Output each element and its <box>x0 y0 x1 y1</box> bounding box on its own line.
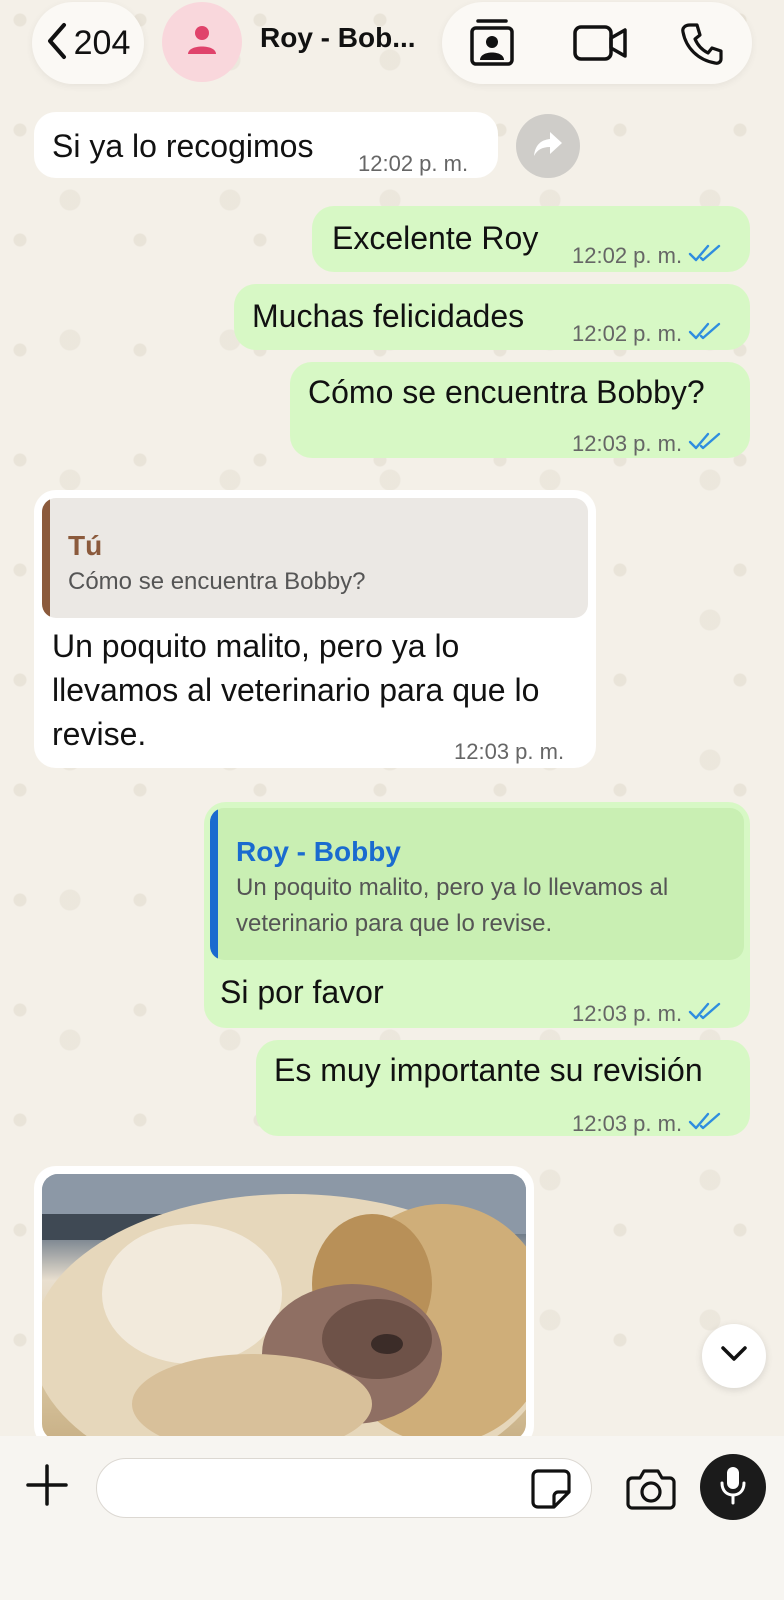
message-composer <box>0 1436 784 1600</box>
chevron-down-icon <box>720 1345 748 1368</box>
quote-bar <box>42 498 50 618</box>
quote-sender: Tú <box>68 530 103 561</box>
message-text: Muchas felicidades <box>252 298 525 334</box>
message-time: 12:02 p. m. <box>572 234 722 278</box>
forward-button[interactable] <box>516 114 580 178</box>
read-ticks-icon <box>688 234 722 278</box>
quote-text: Un poquito malito, pero ya lo llevamos a… <box>236 874 669 937</box>
message-outgoing[interactable]: Cómo se encuentra Bobby? 12:03 p. m. <box>290 362 750 458</box>
read-ticks-icon <box>688 1102 722 1146</box>
microphone-icon <box>719 1465 747 1510</box>
photo-message[interactable] <box>34 1166 534 1448</box>
message-time: 12:03 p. m. <box>572 422 722 466</box>
quoted-message[interactable]: Roy - Bobby Un poquito malito, pero ya l… <box>210 808 744 960</box>
contact-card-icon[interactable] <box>468 18 516 73</box>
avatar[interactable] <box>162 2 242 82</box>
message-time: 12:02 p. m. <box>358 151 469 176</box>
message-outgoing-reply[interactable]: Roy - Bobby Un poquito malito, pero ya l… <box>204 802 750 1028</box>
read-ticks-icon <box>688 422 722 466</box>
message-outgoing[interactable]: Es muy importante su revisión 12:03 p. m… <box>256 1040 750 1136</box>
message-text: Excelente Roy <box>332 220 539 256</box>
message-text: Cómo se encuentra Bobby? <box>308 374 705 410</box>
read-ticks-icon <box>688 992 722 1036</box>
microphone-button[interactable] <box>700 1454 766 1520</box>
back-button[interactable]: 204 <box>32 2 144 84</box>
camera-icon[interactable] <box>626 1466 676 1512</box>
message-time: 12:03 p. m. <box>454 739 565 764</box>
chat-header: 204 Roy - Bob... <box>0 0 784 100</box>
quote-bar <box>210 808 218 960</box>
forward-arrow-icon <box>532 130 564 163</box>
chevron-left-icon <box>46 22 68 65</box>
person-icon <box>185 23 219 62</box>
message-text: Es muy importante su revisión <box>274 1052 703 1088</box>
contact-name[interactable]: Roy - Bob... <box>260 22 420 54</box>
message-incoming-reply[interactable]: Tú Cómo se encuentra Bobby? Un poquito m… <box>34 490 596 768</box>
message-input[interactable] <box>96 1458 592 1518</box>
scroll-to-bottom-button[interactable] <box>702 1324 766 1388</box>
message-text: Si por favor <box>220 974 384 1010</box>
message-time: 12:02 p. m. <box>572 312 722 356</box>
quote-sender: Roy - Bobby <box>236 836 401 867</box>
quote-text: Cómo se encuentra Bobby? <box>68 568 366 595</box>
unread-count: 204 <box>73 23 131 62</box>
message-time: 12:03 p. m. <box>572 1102 722 1146</box>
message-incoming[interactable]: Si ya lo recogimos 12:02 p. m. <box>34 112 498 178</box>
message-outgoing[interactable]: Excelente Roy 12:02 p. m. <box>312 206 750 272</box>
plus-icon[interactable] <box>22 1460 72 1510</box>
phone-icon[interactable] <box>680 22 724 71</box>
message-time: 12:03 p. m. <box>572 992 722 1036</box>
read-ticks-icon <box>688 312 722 356</box>
message-outgoing[interactable]: Muchas felicidades 12:02 p. m. <box>234 284 750 350</box>
dog-photo[interactable] <box>42 1174 526 1440</box>
message-text: Si ya lo recogimos <box>52 128 314 164</box>
video-camera-icon[interactable] <box>572 24 628 67</box>
header-actions <box>442 2 752 84</box>
sticker-icon[interactable] <box>530 1468 572 1510</box>
quoted-message[interactable]: Tú Cómo se encuentra Bobby? <box>42 498 588 618</box>
